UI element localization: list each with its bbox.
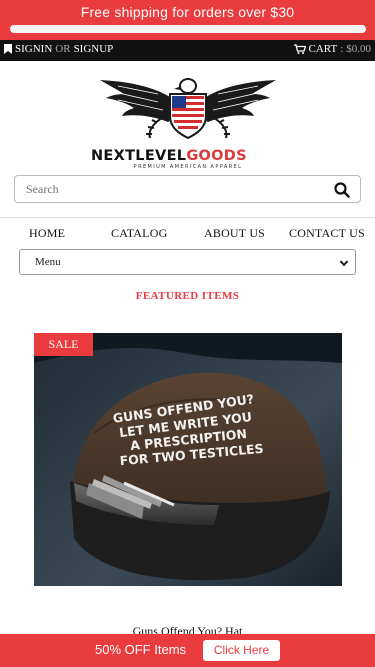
brand-name-part1: NEXTLEVEL — [91, 148, 186, 164]
signup-link[interactable]: SIGNUP — [74, 43, 114, 55]
cart-link[interactable]: CART : $0.00 — [293, 43, 371, 55]
search-icon[interactable] — [332, 180, 352, 200]
featured-heading: FEATURED ITEMS — [135, 290, 240, 302]
promo-banner-top: Free shipping for orders over $30 — [0, 0, 375, 40]
promo-banner-bottom: 50% OFF Items Click Here — [0, 634, 375, 667]
menu-select[interactable]: Menu — [19, 249, 356, 275]
cart-separator: : — [340, 43, 344, 55]
nav-catalog[interactable]: CATALOG — [111, 226, 167, 241]
chevron-down-icon — [339, 260, 349, 267]
search-bar — [14, 175, 361, 203]
sale-badge: SALE — [34, 333, 93, 356]
cart-icon — [293, 44, 306, 54]
brand-logo[interactable]: NEXTLEVELGOODS PREMIUM AMERICAN APPAREL — [88, 72, 288, 172]
main-nav: HOME CATALOG ABOUT US CONTACT US — [0, 226, 375, 244]
cart-total: $0.00 — [346, 43, 371, 55]
bookmark-icon — [4, 44, 12, 54]
menu-select-value: Menu — [35, 256, 61, 268]
nav-home[interactable]: HOME — [29, 226, 65, 241]
click-here-button[interactable]: Click Here — [203, 640, 280, 661]
eagle-flag-emblem: NEXTLEVELGOODS PREMIUM AMERICAN APPAREL — [91, 78, 276, 170]
product-image[interactable]: GUNS OFFEND YOU? LET ME WRITE YOU A PRES… — [34, 333, 342, 586]
shipping-progress-bar — [10, 25, 366, 33]
account-bar: SIGNIN OR SIGNUP CART : $0.00 — [0, 40, 375, 61]
nav-contact-us[interactable]: CONTACT US — [289, 226, 365, 241]
promo-bottom-text: 50% OFF Items — [95, 642, 187, 657]
divider — [0, 217, 375, 218]
hat-photo: GUNS OFFEND YOU? LET ME WRITE YOU A PRES… — [34, 333, 342, 586]
brand-tagline: PREMIUM AMERICAN APPAREL — [134, 164, 243, 170]
cart-label: CART — [308, 43, 338, 55]
signin-link[interactable]: SIGNIN — [15, 43, 52, 55]
or-text: OR — [55, 43, 71, 55]
nav-about-us[interactable]: ABOUT US — [204, 226, 265, 241]
svg-text:NEXTLEVELGOODS: NEXTLEVELGOODS — [91, 148, 247, 164]
promo-text: Free shipping for orders over $30 — [80, 4, 295, 20]
search-input[interactable] — [16, 177, 316, 201]
brand-name-part2: GOODS — [186, 148, 247, 164]
